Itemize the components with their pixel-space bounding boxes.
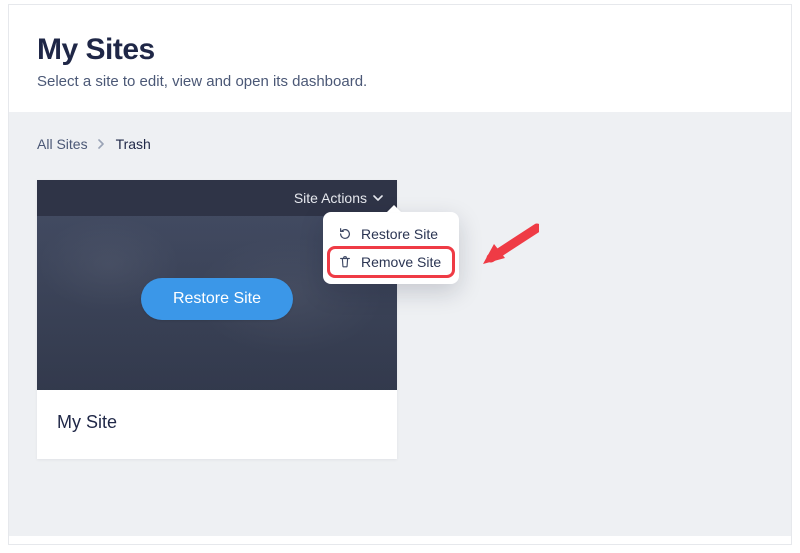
restore-icon [337,226,353,242]
breadcrumb-current: Trash [116,136,151,152]
breadcrumb: All Sites Trash [37,136,763,152]
restore-site-button[interactable]: Restore Site [141,278,293,320]
site-actions-button[interactable]: Site Actions [294,190,383,206]
app-frame: My Sites Select a site to edit, view and… [8,4,792,545]
dropdown-remove-site[interactable]: Remove Site [329,248,453,276]
annotation-arrow-icon [477,222,539,277]
chevron-right-icon [98,139,106,149]
page-subtitle: Select a site to edit, view and open its… [37,73,763,90]
site-card: Site Actions Restore Site Restore Site [37,180,397,459]
breadcrumb-all-sites[interactable]: All Sites [37,136,88,152]
site-actions-label: Site Actions [294,190,367,206]
site-actions-dropdown: Restore Site Remove Site [323,212,459,284]
chevron-down-icon [373,193,383,203]
card-top-bar: Site Actions [37,180,397,216]
site-thumbnail: Site Actions Restore Site Restore Site [37,180,397,390]
trash-icon [337,254,353,270]
page-header: My Sites Select a site to edit, view and… [9,5,791,112]
dropdown-remove-label: Remove Site [361,254,441,270]
page-body: All Sites Trash Site Actions Restore Sit [9,112,791,536]
site-name: My Site [37,390,397,459]
dropdown-restore-site[interactable]: Restore Site [329,220,453,248]
page-title: My Sites [37,33,763,67]
dropdown-restore-label: Restore Site [361,226,438,242]
